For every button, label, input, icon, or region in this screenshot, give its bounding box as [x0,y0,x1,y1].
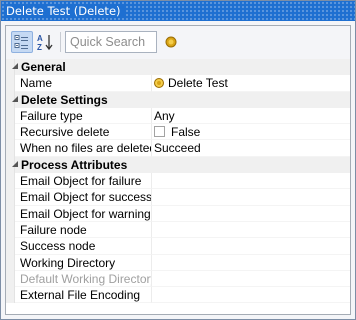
property-label: When no files are deleted: [15,140,152,157]
property-label: Name [15,75,152,92]
category-label: Delete Settings [21,92,108,107]
collapse-icon[interactable] [12,160,19,168]
property-row[interactable]: Failure node [6,221,350,239]
property-value[interactable] [152,222,350,239]
category-label: Process Attributes [21,157,128,172]
window-title: Delete Test (Delete) [6,4,125,18]
property-row-failure-type[interactable]: Failure type Any [6,107,350,125]
quick-search-field[interactable] [65,31,157,53]
property-label: Email Object for success [15,189,152,206]
property-value[interactable]: Any [152,108,350,125]
sort-alphabetical-icon: A Z [37,34,53,51]
property-row[interactable]: Email Object for failure [6,173,350,190]
property-row-disabled: Default Working Directory [6,270,350,288]
property-value[interactable] [152,206,350,222]
property-toolbar: A Z [6,26,350,59]
property-row[interactable]: Success node [6,238,350,255]
property-value[interactable]: Succeed [152,140,350,157]
property-row-recursive-delete[interactable]: Recursive delete False [6,124,350,141]
toolbar-separator [60,32,61,52]
property-label: Failure type [15,107,152,125]
property-value[interactable] [152,189,350,206]
categorized-view-button[interactable] [11,31,33,53]
property-value[interactable]: Delete Test [152,75,350,92]
categorized-view-icon [14,35,28,49]
collapse-icon[interactable] [12,63,19,70]
property-row-when-no-files[interactable]: When no files are deleted: Succeed [6,140,350,157]
coin-help-icon [165,36,176,47]
recursive-delete-checkbox[interactable] [154,126,165,138]
category-general[interactable]: General [6,59,350,76]
property-label: Default Working Directory [15,270,152,288]
property-label: External File Encoding [15,287,152,304]
category-delete-settings[interactable]: Delete Settings [6,91,350,108]
property-label: Email Object for warning [15,205,152,222]
property-grid-panel: A Z General [5,25,351,315]
property-value [152,271,350,288]
coin-help-button[interactable] [164,35,177,48]
property-row[interactable]: Email Object for warning [6,205,350,222]
property-label: Failure node [15,221,152,239]
svg-text:A: A [37,34,43,43]
name-value: Delete Test [168,75,228,90]
checkbox-value: False [171,124,201,139]
property-grid: General Name Delete Test Delete Settings… [6,59,350,304]
property-value[interactable]: False [152,124,350,141]
svg-text:Z: Z [37,43,42,51]
collapse-icon[interactable] [12,95,19,103]
category-label: General [21,60,66,74]
property-row[interactable]: External File Encoding [6,287,350,304]
category-process-attributes[interactable]: Process Attributes [6,156,350,174]
property-value[interactable] [152,173,350,190]
property-row-name[interactable]: Name Delete Test [6,75,350,92]
property-label: Recursive delete [15,124,152,141]
alphabetical-sort-button[interactable]: A Z [35,31,57,53]
property-row[interactable]: Email Object for success [6,189,350,206]
coin-icon [154,77,164,88]
quick-search-input[interactable] [66,32,156,52]
window-titlebar[interactable]: Delete Test (Delete) [1,1,355,21]
property-value[interactable] [152,255,350,271]
property-row[interactable]: Working Directory [6,254,350,271]
property-label: Success node [15,238,152,255]
property-label: Email Object for failure [15,173,152,190]
property-value[interactable] [152,287,350,304]
property-label: Working Directory [15,254,152,271]
property-value[interactable] [152,238,350,255]
properties-window: Delete Test (Delete) A Z Quick Search Ge… [0,0,356,320]
